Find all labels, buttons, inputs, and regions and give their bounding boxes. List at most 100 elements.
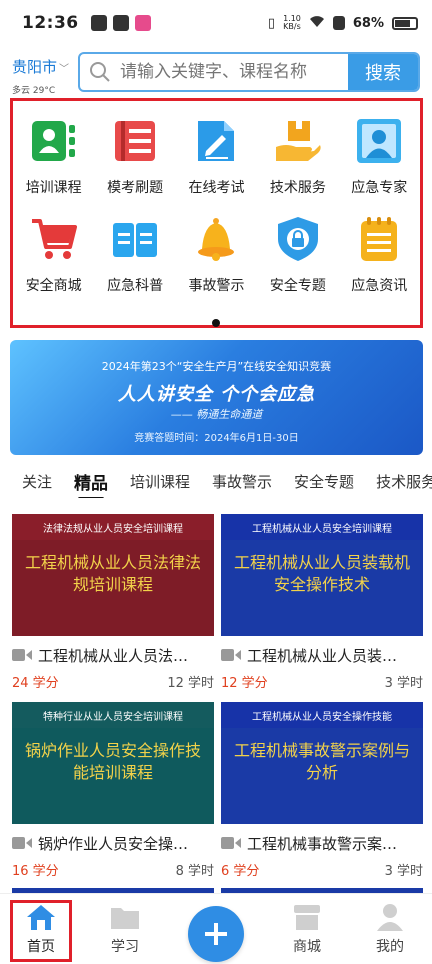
header: 贵阳市﹀ 多云 29°C 搜索 [0, 50, 432, 96]
grid-item-accident-warning[interactable]: 事故警示 [176, 213, 257, 295]
course-thumbnail: 工程机械从业人员安全操作技能 工程机械事故警示案例与分析 [221, 702, 423, 824]
course-title: 工程机械从业人员装… [247, 646, 398, 665]
course-meta: 24 学分 12 学时 [12, 672, 214, 691]
notification-icon [90, 15, 107, 31]
store-icon [290, 900, 324, 934]
course-credit: 12 学分 [221, 676, 268, 691]
course-tag: 工程机械从业人员安全操作技能 [221, 702, 423, 728]
course-card[interactable]: 工程机械从业人员安全操作技能 工程机械事故警示案例与分析 工程机械事故警示案… … [221, 702, 423, 879]
course-thumb-title: 工程机械从业人员装载机安全操作技术 [233, 553, 410, 594]
grid-item-label: 安全商城 [25, 278, 82, 294]
shield-notification-icon [112, 15, 129, 31]
search-icon [80, 61, 120, 83]
battery-percent: 68% [352, 15, 384, 31]
course-thumb-title: 工程机械从业人员法律法规培训课程 [24, 553, 201, 594]
grid-item-online-exam[interactable]: 在线考试 [176, 115, 257, 197]
course-credit: 24 学分 [12, 676, 59, 691]
tab-featured[interactable]: 精品 [74, 469, 108, 498]
course-title: 工程机械事故警示案… [247, 834, 398, 853]
add-button[interactable] [188, 906, 244, 962]
video-icon [221, 837, 241, 849]
grid-item-label: 培训课程 [25, 180, 82, 196]
nav-mall[interactable]: 商城 [272, 900, 342, 956]
course-thumbnail: 工程机械从业人员安全培训课程 工程机械从业人员装载机安全操作技术 [221, 514, 423, 636]
tab-safety-topic[interactable]: 安全专题 [294, 471, 354, 492]
signal-icon [332, 16, 345, 30]
video-icon [221, 649, 241, 661]
grid-item-label: 在线考试 [188, 180, 245, 196]
news-icon [353, 213, 405, 265]
search-button[interactable]: 搜索 [348, 54, 418, 90]
battery-icon [392, 16, 418, 30]
banner-date: 竞赛答题时间：2024年6月1日-30日 [134, 433, 299, 444]
grid-item-tech-service[interactable]: 技术服务 [257, 115, 338, 197]
notification-icons [90, 15, 151, 31]
course-thumb-title: 工程机械事故警示案例与分析 [233, 741, 410, 782]
status-right: ▯ 1.10 KB/s 68% [268, 15, 418, 32]
banner[interactable]: 2024年第23个“安全生产月”在线安全知识竞赛 人人讲安全 个个会应急 —— … [10, 340, 423, 455]
course-credit: 6 学分 [221, 864, 260, 879]
net-speed-unit: KB/s [283, 22, 301, 31]
course-tag: 法律法规从业人员安全培训课程 [12, 514, 214, 540]
category-tabs: 关注 精品 培训课程 事故警示 安全专题 技术服务 [0, 464, 432, 498]
grid-item-label: 应急科普 [107, 278, 164, 294]
grid-item-label: 应急专家 [351, 180, 408, 196]
chevron-down-icon: ﹀ [59, 64, 70, 75]
banner-title: 人人讲安全 个个会应急 [117, 384, 316, 405]
video-icon [12, 837, 32, 849]
home-highlight [10, 900, 72, 962]
grid-item-emergency-news[interactable]: 应急资讯 [339, 213, 420, 295]
search-input[interactable] [120, 62, 348, 82]
banner-subtitle: 2024年第23个“安全生产月”在线安全知识竞赛 [101, 360, 332, 373]
course-hours: 3 学时 [384, 864, 423, 879]
grid-item-safety-mall[interactable]: 安全商城 [13, 213, 94, 295]
course-hours: 8 学时 [175, 864, 214, 879]
nav-study[interactable]: 学习 [90, 900, 160, 956]
app-notification-icon [134, 15, 151, 31]
tab-accident-warning[interactable]: 事故警示 [212, 471, 272, 492]
weather: 多云 29°C [12, 86, 56, 96]
mock-exam-icon [109, 115, 161, 167]
tab-training-course[interactable]: 培训课程 [130, 471, 190, 492]
course-meta: 12 学分 3 学时 [221, 672, 423, 691]
net-speed: 1.10 KB/s [283, 15, 301, 31]
vibrate-icon: ▯ [267, 15, 276, 31]
page-indicator-dot [212, 319, 220, 327]
course-credit: 16 学分 [12, 864, 59, 879]
status-bar: 12:36 ▯ 1.10 KB/s 68% [0, 0, 432, 46]
training-course-icon [28, 115, 80, 167]
course-title-row: 工程机械从业人员法… [12, 644, 214, 666]
shopping-cart-icon [28, 213, 80, 265]
status-time: 12:36 [22, 13, 79, 33]
grid-item-emergency-expert[interactable]: 应急专家 [339, 115, 420, 197]
city-name: 贵阳市 [12, 58, 58, 76]
city-selector[interactable]: 贵阳市 ﹀ [12, 56, 69, 77]
course-tag: 特种行业从业人员安全培训课程 [12, 702, 214, 728]
tab-follow[interactable]: 关注 [22, 471, 52, 492]
course-tag: 工程机械从业人员安全培训课程 [221, 514, 423, 540]
folder-icon [108, 900, 142, 934]
grid-item-training-course[interactable]: 培训课程 [13, 115, 94, 197]
video-icon [12, 649, 32, 661]
nav-mine-label: 我的 [376, 939, 404, 955]
course-title-row: 工程机械从业人员装… [221, 644, 423, 666]
course-card[interactable]: 工程机械从业人员安全培训课程 工程机械从业人员装载机安全操作技术 工程机械从业人… [221, 514, 423, 691]
grid-item-safety-topic[interactable]: 安全专题 [257, 213, 338, 295]
course-title: 锅炉作业人员安全操… [38, 834, 189, 853]
user-icon [373, 900, 407, 934]
grid-item-label: 事故警示 [188, 278, 245, 294]
grid-item-label: 应急资讯 [351, 278, 408, 294]
online-exam-icon [190, 115, 242, 167]
course-hours: 3 学时 [384, 676, 423, 691]
tab-tech-service[interactable]: 技术服务 [376, 471, 432, 492]
banner-slogan: —— 畅通生命通道 [170, 408, 263, 421]
book-icon [109, 213, 161, 265]
wifi-icon [309, 15, 325, 32]
grid-item-emergency-science[interactable]: 应急科普 [94, 213, 175, 295]
course-card[interactable]: 法律法规从业人员安全培训课程 工程机械从业人员法律法规培训课程 工程机械从业人员… [12, 514, 214, 691]
course-title-row: 锅炉作业人员安全操… [12, 832, 214, 854]
grid-item-mock-exam[interactable]: 模考刷题 [94, 115, 175, 197]
nav-mine[interactable]: 我的 [355, 900, 425, 956]
search-bar: 搜索 [78, 52, 420, 92]
course-card[interactable]: 特种行业从业人员安全培训课程 锅炉作业人员安全操作技能培训课程 锅炉作业人员安全… [12, 702, 214, 879]
